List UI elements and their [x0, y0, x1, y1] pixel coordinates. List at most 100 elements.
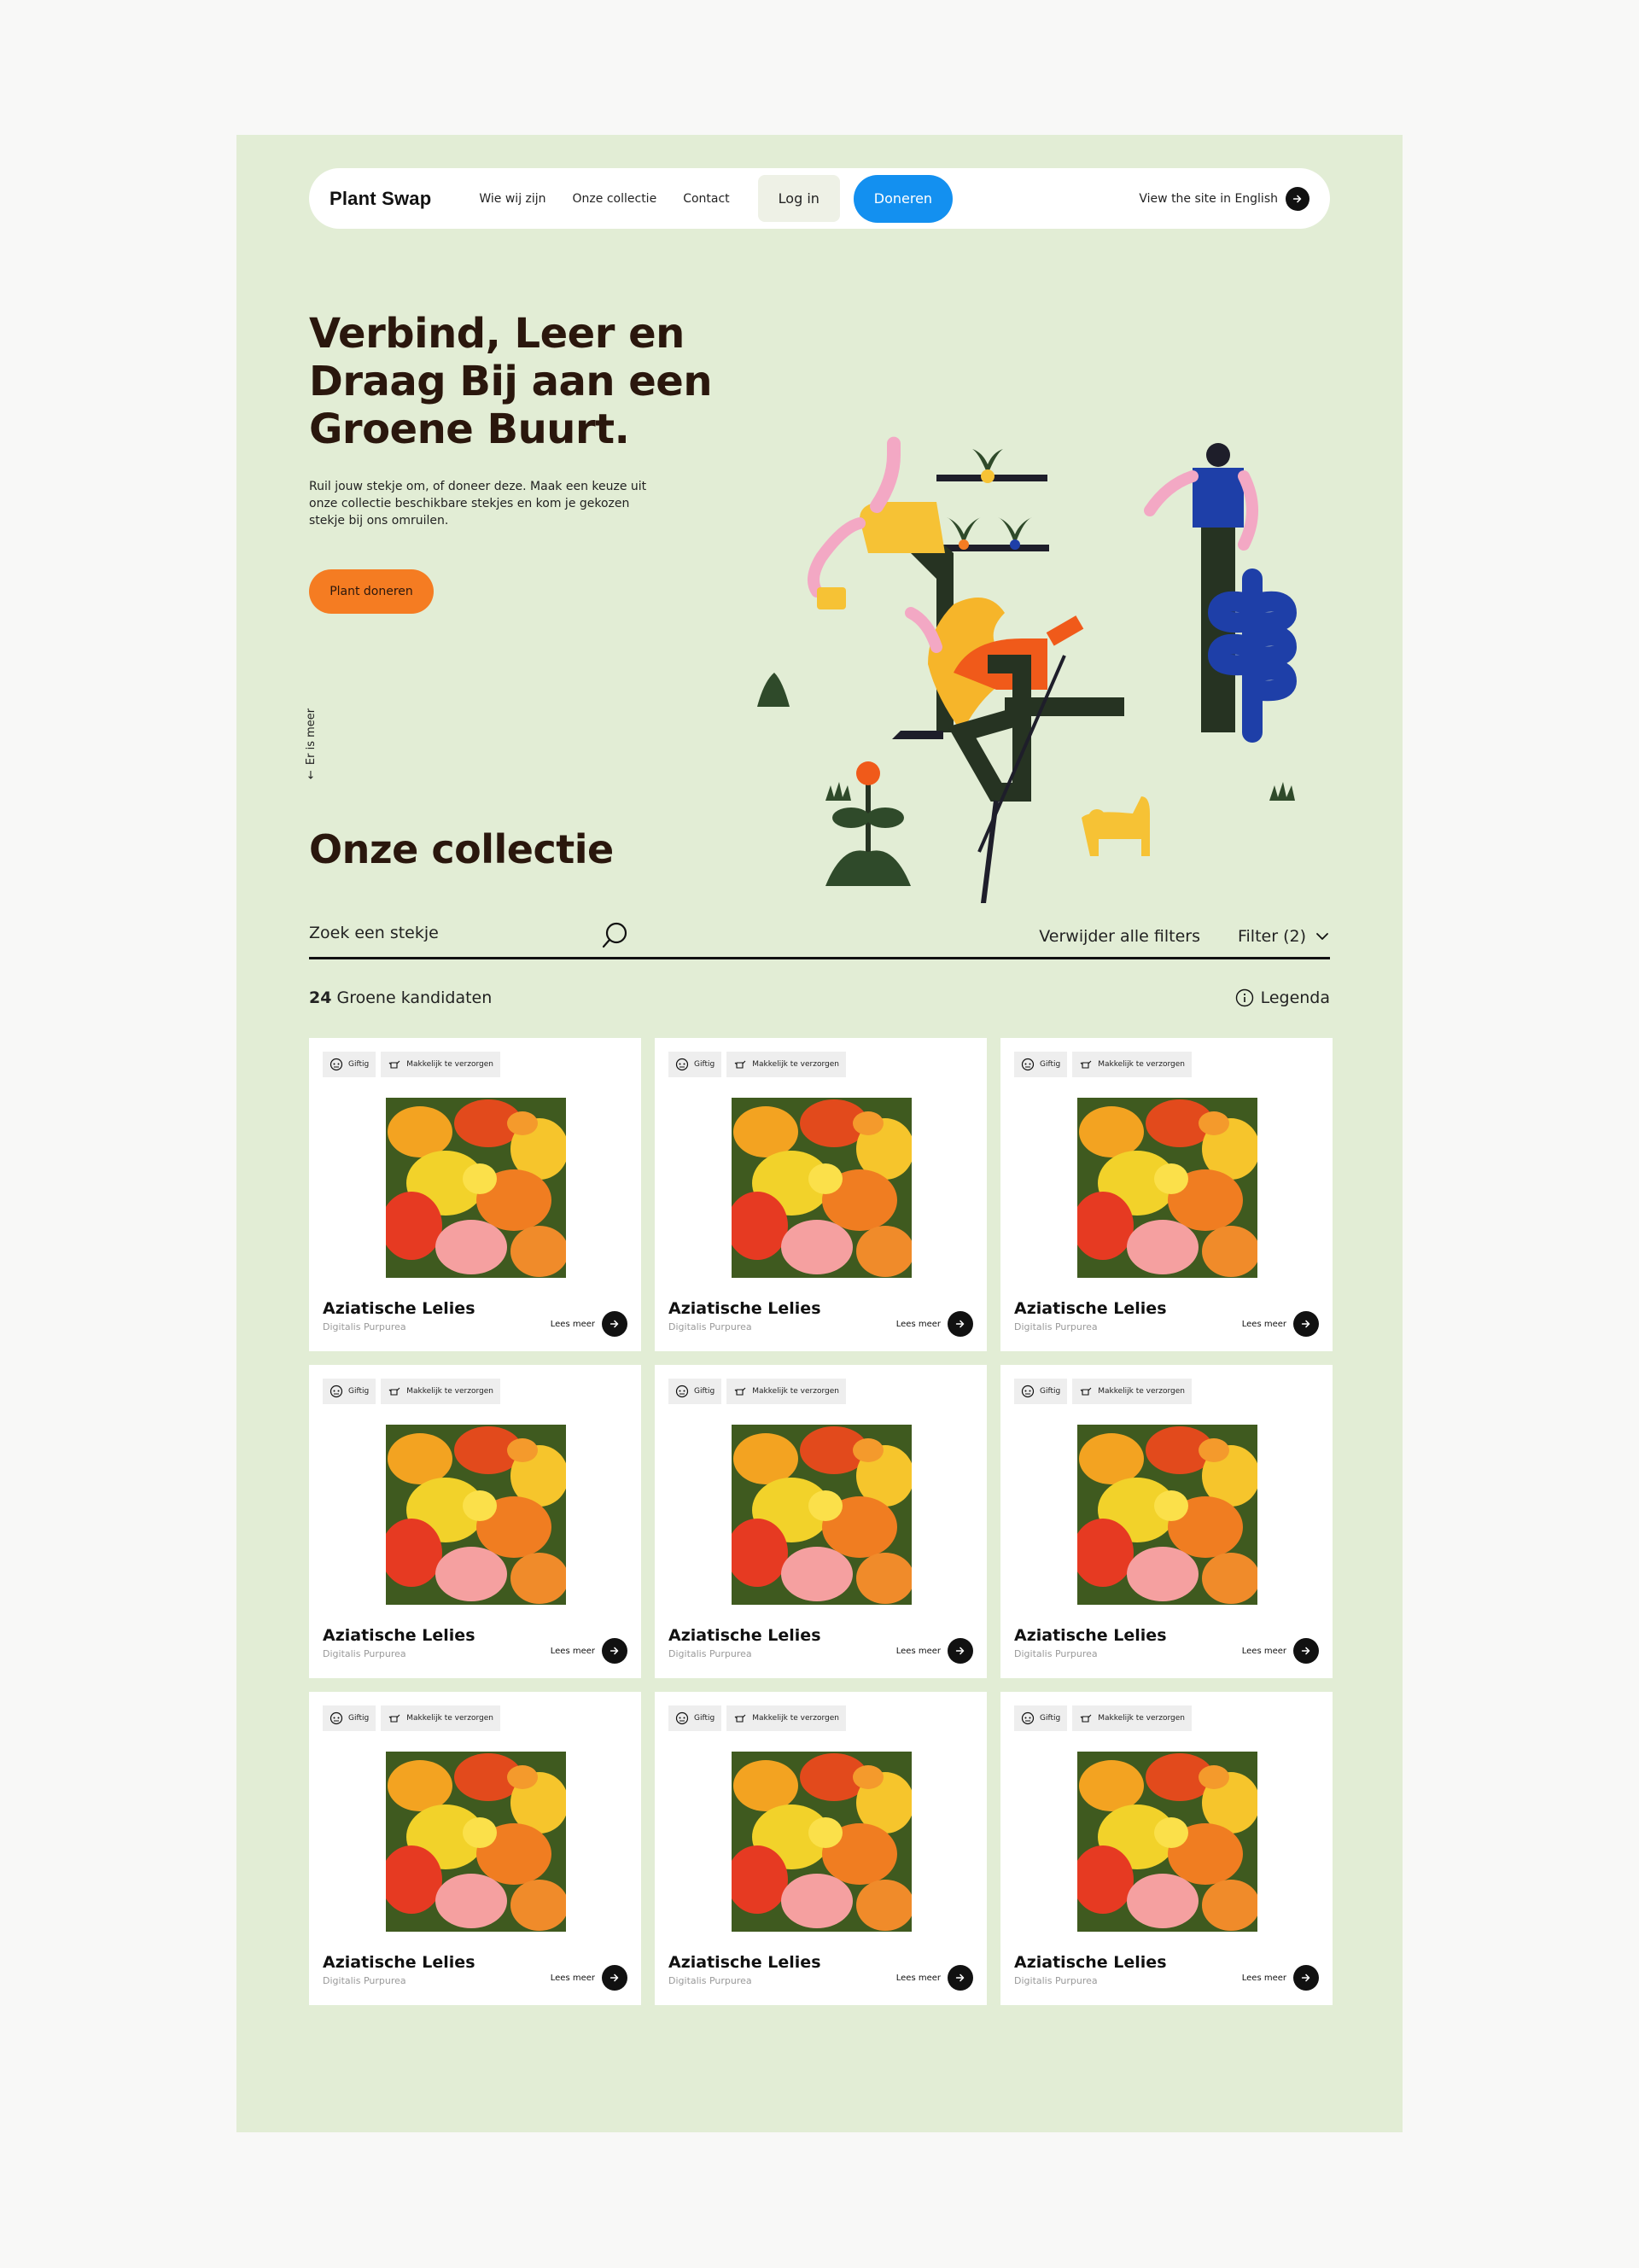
- read-more-link[interactable]: Lees meer: [551, 1965, 627, 1991]
- plant-card[interactable]: Giftig Makkelijk te verzorgen Aziatische…: [655, 1692, 987, 2005]
- read-more-link[interactable]: Lees meer: [896, 1638, 973, 1664]
- tag-toxic-label: Giftig: [1040, 1060, 1061, 1069]
- read-more-label: Lees meer: [1241, 1319, 1286, 1329]
- chevron-down-icon: [1316, 933, 1328, 940]
- scroll-more[interactable]: ← Er is meer: [305, 708, 318, 779]
- search-input[interactable]: [309, 924, 599, 942]
- nav-link-about[interactable]: Wie wij zijn: [479, 192, 545, 206]
- read-more-link[interactable]: Lees meer: [551, 1311, 627, 1337]
- card-tags: Giftig Makkelijk te verzorgen: [1014, 1379, 1192, 1404]
- arrow-right-icon: [948, 1311, 973, 1337]
- result-count: 24 Groene kandidaten: [309, 988, 492, 1007]
- hero-title: Verbind, Leer en Draag Bij aan een Groen…: [309, 310, 713, 453]
- arrow-right-icon: [948, 1638, 973, 1664]
- tag-easy-care-label: Makkelijk te verzorgen: [752, 1714, 839, 1723]
- plant-card[interactable]: Giftig Makkelijk te verzorgen Aziatische…: [309, 1038, 641, 1351]
- arrow-right-icon: [1286, 186, 1309, 211]
- read-more-label: Lees meer: [550, 1646, 595, 1656]
- plant-image: [386, 1425, 566, 1605]
- login-button[interactable]: Log in: [757, 175, 840, 222]
- tag-toxic: Giftig: [668, 1379, 722, 1404]
- plant-image: [386, 1752, 566, 1932]
- plant-card[interactable]: Giftig Makkelijk te verzorgen Aziatische…: [1000, 1038, 1333, 1351]
- tag-toxic-label: Giftig: [1040, 1714, 1061, 1723]
- plant-image: [732, 1425, 912, 1605]
- card-tags: Giftig Makkelijk te verzorgen: [323, 1705, 500, 1731]
- nav-link-contact[interactable]: Contact: [683, 192, 729, 206]
- tag-easy-care-label: Makkelijk te verzorgen: [406, 1387, 493, 1396]
- logo[interactable]: Plant Swap: [330, 188, 431, 210]
- plant-latin-name: Digitalis Purpurea: [668, 1321, 752, 1332]
- toxic-icon: [1021, 1711, 1035, 1725]
- search-icon[interactable]: [599, 920, 630, 951]
- arrow-right-icon: [1293, 1965, 1319, 1991]
- watering-can-icon: [1080, 1387, 1092, 1396]
- donate-button[interactable]: Doneren: [853, 174, 953, 223]
- read-more-link[interactable]: Lees meer: [896, 1311, 973, 1337]
- tag-easy-care: Makkelijk te verzorgen: [1072, 1705, 1192, 1731]
- card-tags: Giftig Makkelijk te verzorgen: [323, 1379, 500, 1404]
- tag-easy-care-label: Makkelijk te verzorgen: [1098, 1714, 1185, 1723]
- collection-title: Onze collectie: [309, 826, 614, 872]
- language-switch-label: View the site in English: [1139, 191, 1278, 206]
- plant-image: [1077, 1752, 1257, 1932]
- tag-toxic: Giftig: [668, 1705, 722, 1731]
- read-more-label: Lees meer: [895, 1319, 941, 1329]
- tag-toxic-label: Giftig: [694, 1387, 715, 1396]
- tag-toxic: Giftig: [668, 1052, 722, 1077]
- watering-can-icon: [734, 1714, 746, 1723]
- plant-name: Aziatische Lelies: [323, 1626, 475, 1645]
- legend-button[interactable]: Legenda: [1235, 988, 1330, 1007]
- toxic-icon: [1021, 1058, 1035, 1071]
- top-nav: Plant Swap Wie wij zijn Onze collectie C…: [309, 168, 1330, 229]
- plant-card[interactable]: Giftig Makkelijk te verzorgen Aziatische…: [1000, 1692, 1333, 2005]
- plant-image: [386, 1098, 566, 1278]
- results-row: 24 Groene kandidaten Legenda: [309, 988, 1330, 1014]
- plant-image: [732, 1098, 912, 1278]
- tag-easy-care: Makkelijk te verzorgen: [381, 1705, 500, 1731]
- card-tags: Giftig Makkelijk te verzorgen: [668, 1379, 846, 1404]
- nav-links: Wie wij zijn Onze collectie Contact: [479, 192, 729, 206]
- tag-easy-care-label: Makkelijk te verzorgen: [406, 1714, 493, 1723]
- watering-can-icon: [734, 1387, 746, 1396]
- nav-link-collection[interactable]: Onze collectie: [573, 192, 657, 206]
- read-more-link[interactable]: Lees meer: [896, 1965, 973, 1991]
- tag-toxic: Giftig: [323, 1705, 376, 1731]
- plant-image: [1077, 1098, 1257, 1278]
- scroll-more-label: Er is meer: [305, 708, 318, 766]
- read-more-link[interactable]: Lees meer: [1242, 1965, 1319, 1991]
- tag-toxic-label: Giftig: [694, 1060, 715, 1069]
- tag-toxic: Giftig: [323, 1052, 376, 1077]
- toxic-icon: [675, 1385, 689, 1398]
- plant-latin-name: Digitalis Purpurea: [323, 1321, 406, 1332]
- filter-dropdown[interactable]: Filter (2): [1238, 927, 1330, 946]
- plant-latin-name: Digitalis Purpurea: [1014, 1648, 1098, 1659]
- card-tags: Giftig Makkelijk te verzorgen: [323, 1052, 500, 1077]
- read-more-link[interactable]: Lees meer: [1242, 1311, 1319, 1337]
- read-more-link[interactable]: Lees meer: [1242, 1638, 1319, 1664]
- arrow-right-icon: [602, 1311, 627, 1337]
- tag-easy-care-label: Makkelijk te verzorgen: [752, 1060, 839, 1069]
- clear-filters-button[interactable]: Verwijder alle filters: [1039, 927, 1200, 946]
- plant-card[interactable]: Giftig Makkelijk te verzorgen Aziatische…: [309, 1692, 641, 2005]
- tag-toxic: Giftig: [1014, 1379, 1068, 1404]
- language-switch[interactable]: View the site in English: [1139, 186, 1309, 211]
- plant-card[interactable]: Giftig Makkelijk te verzorgen Aziatische…: [655, 1365, 987, 1678]
- read-more-label: Lees meer: [895, 1646, 941, 1656]
- read-more-link[interactable]: Lees meer: [551, 1638, 627, 1664]
- plant-card[interactable]: Giftig Makkelijk te verzorgen Aziatische…: [309, 1365, 641, 1678]
- watering-can-icon: [734, 1060, 746, 1069]
- tag-easy-care: Makkelijk te verzorgen: [381, 1379, 500, 1404]
- plant-latin-name: Digitalis Purpurea: [668, 1648, 752, 1659]
- watering-can-icon: [388, 1714, 400, 1723]
- toxic-icon: [330, 1058, 343, 1071]
- donate-plant-button[interactable]: Plant doneren: [309, 569, 434, 614]
- tag-easy-care: Makkelijk te verzorgen: [726, 1052, 846, 1077]
- watering-can-icon: [388, 1387, 400, 1396]
- plant-card[interactable]: Giftig Makkelijk te verzorgen Aziatische…: [655, 1038, 987, 1351]
- plant-latin-name: Digitalis Purpurea: [323, 1648, 406, 1659]
- arrow-right-icon: [1293, 1311, 1319, 1337]
- arrow-right-icon: [602, 1638, 627, 1664]
- plant-card[interactable]: Giftig Makkelijk te verzorgen Aziatische…: [1000, 1365, 1333, 1678]
- page-canvas: Plant Swap Wie wij zijn Onze collectie C…: [236, 135, 1403, 2132]
